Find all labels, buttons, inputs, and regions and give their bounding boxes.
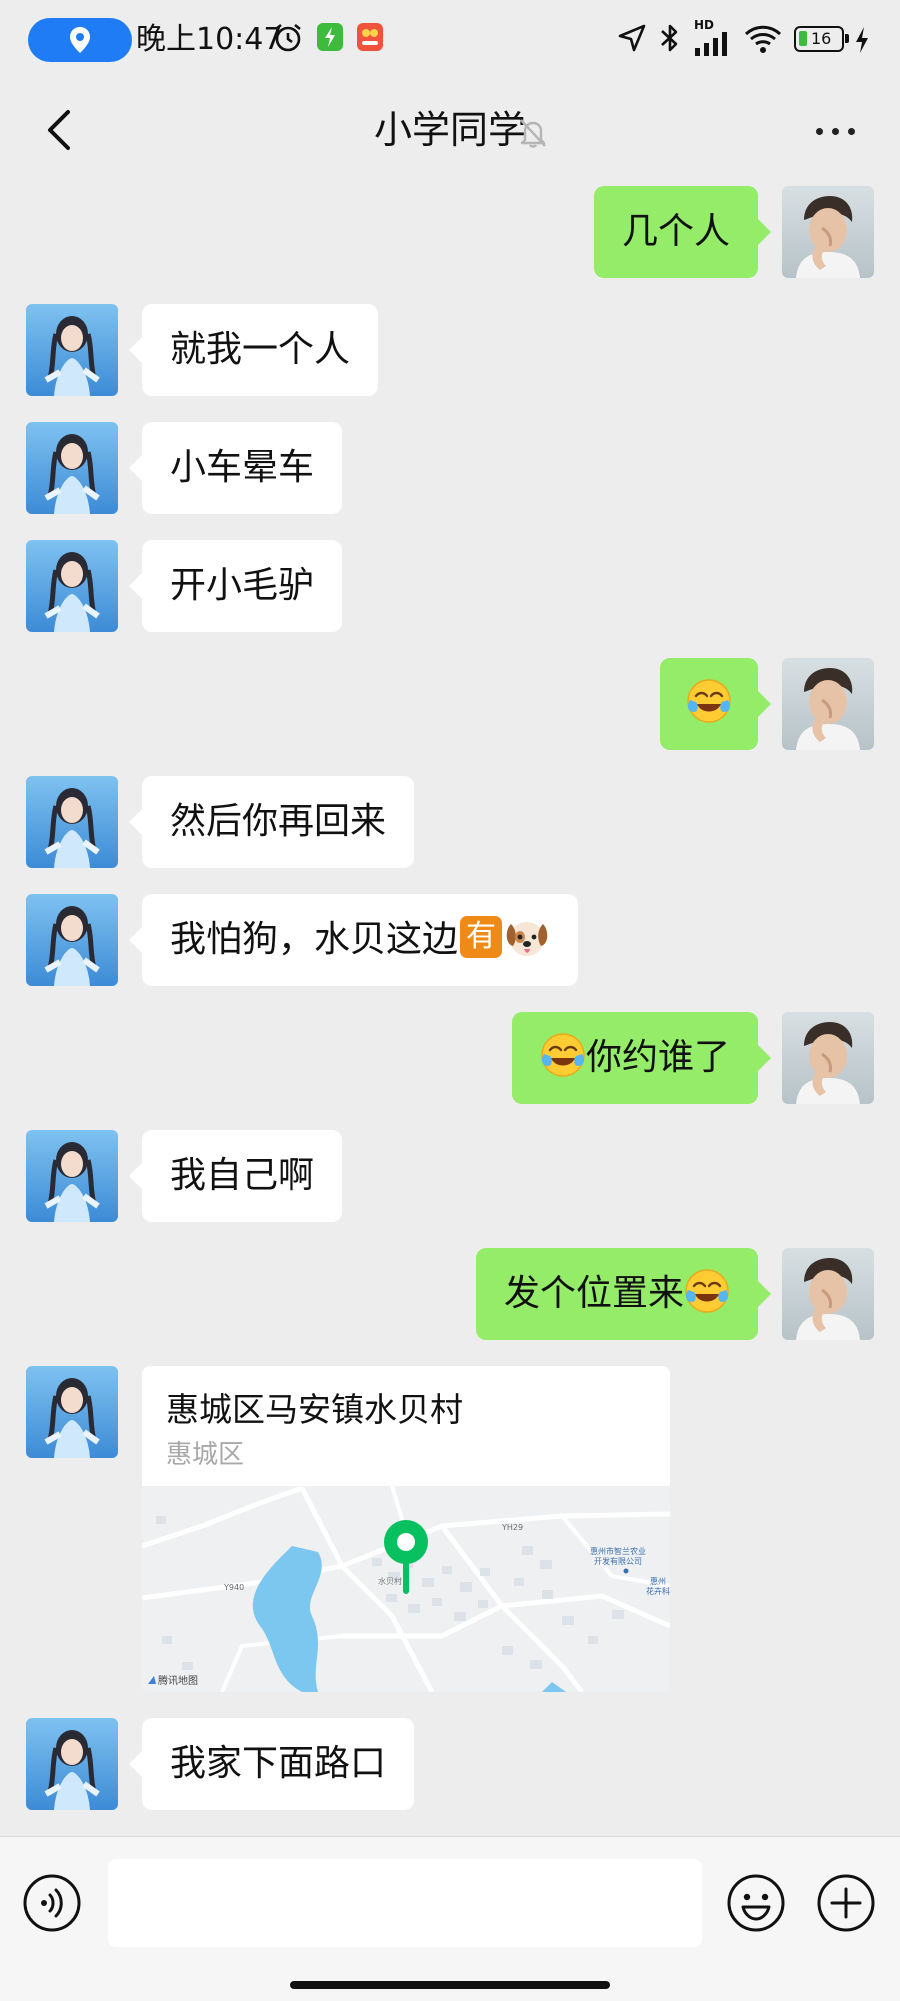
map-poi-label: 开发有限公司: [594, 1556, 642, 1566]
message-text: 我家下面路口: [170, 1743, 387, 1784]
contact-avatar[interactable]: [26, 1130, 118, 1222]
crying-laughing-emoji: [684, 1268, 730, 1314]
alarm-icon: [275, 23, 301, 52]
message-bubble[interactable]: 就我一个人: [128, 304, 379, 396]
status-time: 晚上10:47: [136, 22, 283, 57]
bluetooth-icon: [661, 24, 678, 52]
contact-avatar[interactable]: [26, 1366, 118, 1458]
message-text: 我怕狗，水贝这边: [170, 919, 459, 960]
message-text: 我自己啊: [170, 1155, 315, 1196]
crying-laughing-emoji: [686, 678, 732, 724]
navigation-icon: [618, 24, 646, 52]
message-text: 然后你再回来: [170, 801, 387, 842]
message-text: 就我一个人: [170, 329, 351, 370]
app-notification-icon: [317, 23, 343, 51]
message-bubble[interactable]: 然后你再回来: [128, 776, 415, 868]
signal-icon: [695, 32, 727, 56]
location-pill-icon: [28, 18, 132, 62]
message-text: 小车晕车: [170, 447, 315, 488]
bell-muted-icon: [520, 119, 546, 148]
voice-button[interactable]: [22, 1873, 82, 1933]
map-road-label: YH29: [501, 1523, 523, 1532]
chat-title: 小学同学: [373, 108, 526, 152]
contact-avatar[interactable]: [26, 304, 118, 396]
map-poi-label: 惠州市智兰农业: [590, 1546, 646, 1556]
my-avatar[interactable]: [782, 1248, 874, 1340]
message-text: 开小毛驴: [170, 565, 315, 606]
charging-icon: [856, 27, 868, 53]
map-poi-label: 惠州: [650, 1576, 666, 1586]
status-bar: 晚上10:47 HD 16: [0, 0, 900, 80]
message-bubble[interactable]: 你约谁了: [511, 1012, 772, 1104]
contact-avatar[interactable]: [26, 894, 118, 986]
voice-icon: [23, 1874, 81, 1932]
message-text: 发个位置来: [503, 1273, 684, 1314]
my-avatar[interactable]: [782, 1012, 874, 1104]
message-bubble[interactable]: 我怕狗，水贝这边有: [128, 894, 579, 986]
contact-avatar[interactable]: [26, 422, 118, 514]
contact-avatar[interactable]: [26, 1718, 118, 1810]
crying-laughing-emoji: [540, 1032, 586, 1078]
more-button[interactable]: [808, 106, 864, 154]
message-text: 你约谁了: [585, 1037, 730, 1078]
you-emoji-badge: 有: [460, 916, 503, 958]
message-bubble[interactable]: 开小毛驴: [128, 540, 343, 632]
map-provider-label: 腾讯地图: [158, 1674, 198, 1687]
location-subtitle: 惠城区: [166, 1440, 245, 1470]
location-map: Y940 YH29 水贝村 惠州市智兰农业 开发有限公司 惠州 花卉科 腾讯地图: [142, 1486, 670, 1692]
location-card[interactable]: 惠城区马安镇水贝村 惠城区 Y940 YH29 水贝村 惠州市智兰农业 开发有限…: [142, 1366, 670, 1692]
app-notification-icon: [357, 23, 383, 51]
contact-avatar[interactable]: [26, 776, 118, 868]
chat-header: 小学同学: [0, 80, 900, 180]
my-avatar[interactable]: [782, 658, 874, 750]
message-input[interactable]: [108, 1859, 702, 1947]
message-bubble[interactable]: 我家下面路口: [128, 1718, 415, 1810]
message-bubble[interactable]: 发个位置来: [475, 1248, 772, 1340]
message-bubble[interactable]: 几个人: [593, 186, 772, 278]
more-functions-button[interactable]: [816, 1873, 876, 1933]
emoji-button[interactable]: [726, 1873, 786, 1933]
contact-avatar[interactable]: [26, 540, 118, 632]
emoji-icon: [727, 1874, 785, 1932]
home-indicator[interactable]: [290, 1981, 610, 1989]
dog-face-emoji: [504, 914, 550, 960]
map-village-label: 水贝村: [378, 1576, 402, 1586]
message-text: 几个人: [621, 211, 730, 252]
plus-circle-icon: [817, 1874, 875, 1932]
wifi-icon: [744, 25, 782, 53]
map-road-label: Y940: [223, 1583, 244, 1592]
message-bubble[interactable]: 我自己啊: [128, 1130, 343, 1222]
battery-icon: 16: [794, 26, 849, 52]
input-bar: [0, 1836, 900, 2001]
message-bubble[interactable]: 小车晕车: [128, 422, 343, 514]
battery-level: 16: [811, 29, 832, 48]
map-poi-label: 花卉科: [646, 1586, 670, 1596]
location-title: 惠城区马安镇水贝村: [166, 1390, 463, 1429]
my-avatar[interactable]: [782, 186, 874, 278]
message-bubble[interactable]: [660, 658, 771, 750]
